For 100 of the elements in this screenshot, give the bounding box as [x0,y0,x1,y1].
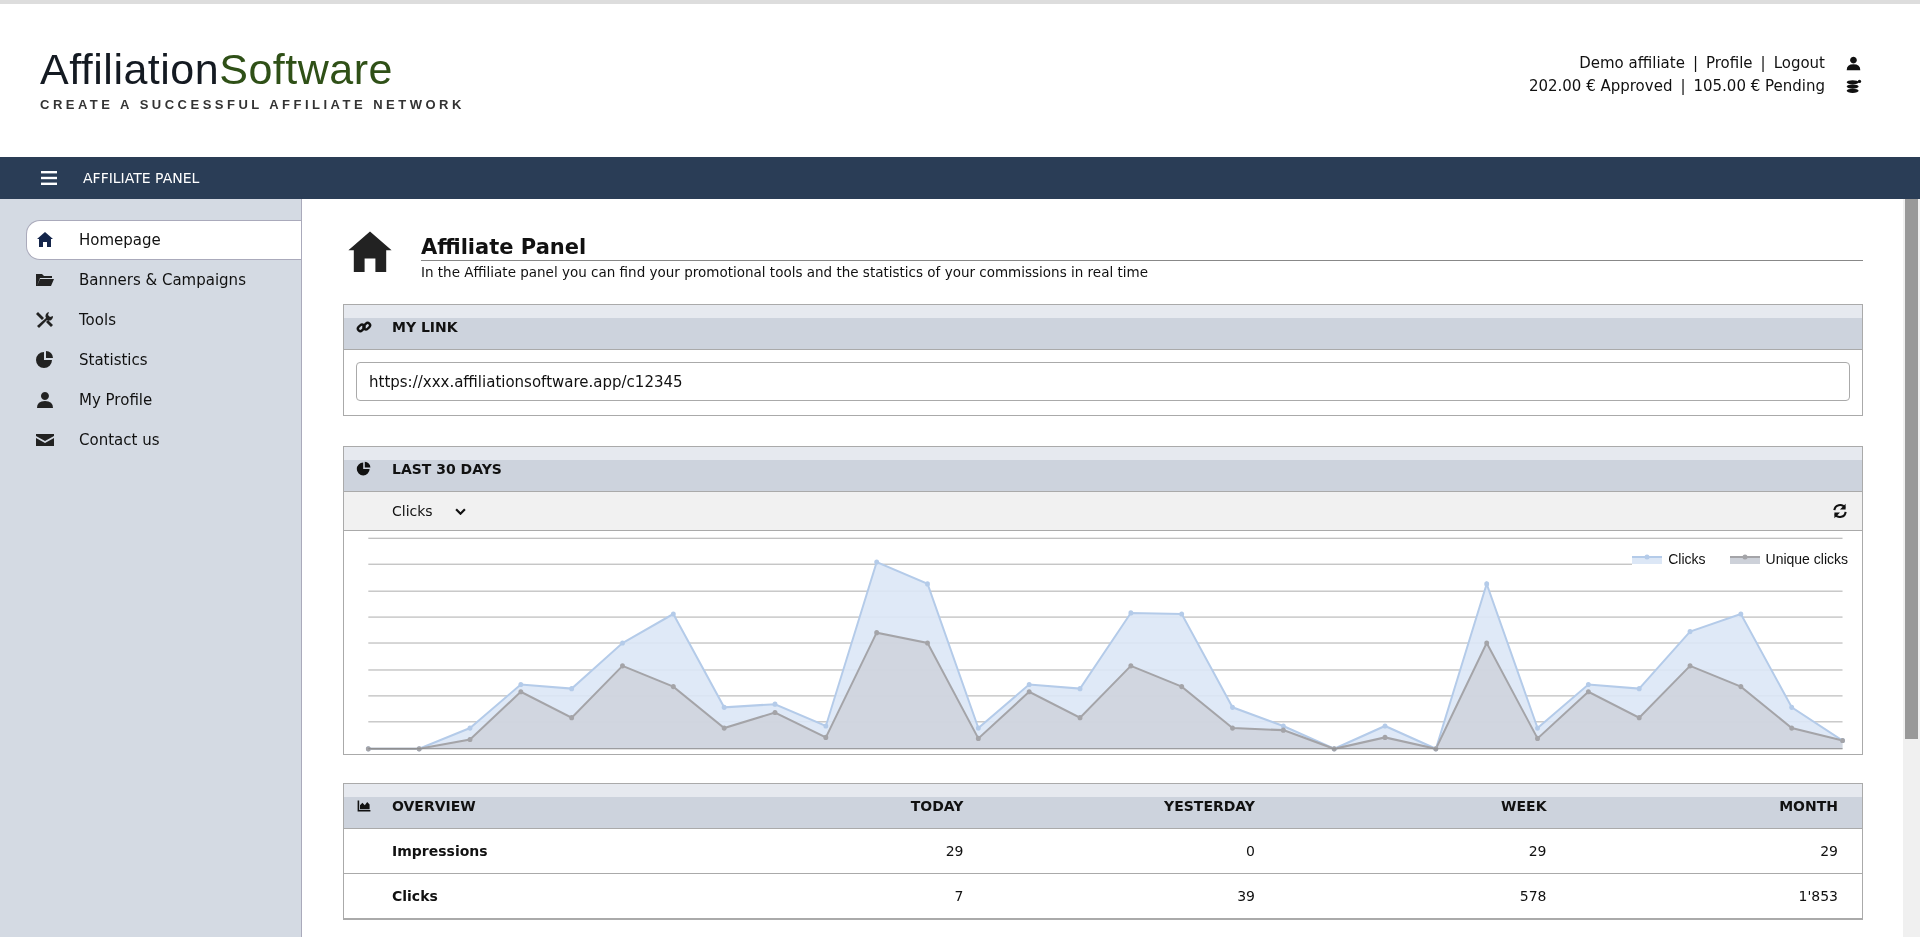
clicks-point [518,681,524,688]
table-cell-text: 29 [1527,843,1547,859]
balance-amount: 105.00 € Pending [1693,77,1825,95]
unique-clicks-point [1484,640,1490,646]
clicks-point [1738,611,1744,617]
column-header: OVERVIEW [392,798,477,814]
user-icon [1845,54,1862,72]
clicks-point [1484,581,1490,587]
logo-wordmark: AffiliationSoftware [40,48,394,91]
link-icon [356,319,372,335]
clicks-point [874,559,880,565]
unique-clicks-point [1280,727,1286,733]
sidebar-item[interactable]: Banners & Campaigns [26,260,301,300]
clicks-point [925,581,930,587]
unique-clicks-point [620,663,625,669]
unique-clicks-point [1179,684,1185,690]
unique-clicks-point [1636,715,1642,721]
unique-clicks-point [1687,663,1693,669]
unique-clicks-point [1585,689,1591,695]
clicks-point [975,725,981,731]
table-cell-text: 0 [1245,843,1255,859]
scrollbar[interactable] [1903,199,1920,937]
clicks-point [1280,723,1286,729]
table-cell-text: 578 [1518,888,1547,904]
clicks-point [1077,686,1083,692]
unique-clicks-point [1128,663,1134,669]
clicks-point [467,725,473,731]
user-icon [35,390,55,410]
table-cell-text: 1'853 [1797,888,1838,904]
clicks-point [721,704,727,710]
balance-amount: 202.00 € Approved [1528,77,1673,95]
page-title: Affiliate Panel [421,235,1863,261]
logo-tagline: CREATE A SUCCESSFUL AFFILIATE NETWORK [40,97,465,112]
column-header: WEEK [1500,798,1547,814]
separator: | [1692,54,1698,72]
sidebar-item[interactable]: Homepage [26,220,301,260]
area-chart-icon [356,798,372,814]
sidebar-item[interactable]: Statistics [26,340,301,380]
clicks-point [1230,704,1235,710]
account-link[interactable]: Profile [1705,54,1753,72]
clicks-point [569,686,575,692]
column-header: YESTERDAY [1163,798,1255,814]
unique-clicks-point [1026,689,1032,695]
account-link[interactable]: Logout [1773,54,1825,72]
clicks-point [1535,725,1540,731]
unique-clicks-point [416,746,422,752]
unique-clicks-point [1840,737,1845,744]
unique-clicks-point [467,736,473,743]
clicks-point [1636,686,1642,692]
clicks-point [1382,723,1388,729]
clicks-point [620,640,625,646]
clicks-point [772,701,778,707]
clicks-point [1026,681,1032,688]
unique-clicks-point [772,709,778,716]
clicks-point [670,611,676,617]
home-icon [35,230,55,250]
sidebar-item[interactable]: Contact us [26,420,301,460]
table-cell-text: 7 [953,888,964,904]
link-field[interactable]: https://xxx.affiliationsoftware.app/c12345 [356,362,1850,401]
pie-chart-icon [356,461,372,477]
unique-clicks-point [874,630,880,636]
separator: | [1760,54,1766,72]
unique-clicks-point [1077,715,1083,721]
unique-clicks-point [670,684,676,690]
unique-clicks-point [1738,684,1744,690]
navbar-title: AFFILIATE PANEL [83,170,200,186]
clicks-point [1128,610,1134,616]
tools-icon [35,310,55,330]
panel-header: MY LINK [344,305,1862,350]
metric-dropdown[interactable]: Clicks [392,503,492,519]
unique-clicks-point [1230,725,1235,731]
user-name: Demo affiliate [1579,54,1685,72]
unique-clicks-point [721,725,727,731]
unique-clicks-point [1382,734,1388,740]
row-label: Impressions [392,843,489,859]
page-subtitle: In the Affiliate panel you can find your promotional tools and the statistics of your commissions in real time [421,264,1149,280]
refresh-icon[interactable] [1832,503,1848,519]
clicks-point [1179,611,1185,617]
caret-icon [454,507,466,515]
unique-clicks-point [975,735,981,742]
unique-clicks-point [1535,735,1540,742]
legend-label: Unique clicks [1765,551,1848,567]
legend-label: Clicks [1668,551,1706,567]
row-label: Clicks [392,888,439,904]
unique-clicks-point [569,715,575,721]
clicks-point [1789,704,1795,710]
legend-swatch [1632,554,1663,564]
sidebar-item[interactable]: My Profile [26,380,301,420]
column-header: MONTH [1778,798,1838,814]
separator: | [1680,77,1686,95]
pie-chart-icon [35,350,55,370]
menu-icon[interactable] [41,171,57,185]
unique-clicks-point [1331,746,1337,752]
panel-header: LAST 30 DAYS [344,447,1862,492]
unique-clicks-point [925,640,930,646]
column-header: TODAY [909,798,964,814]
clicks-point [1585,681,1591,688]
unique-clicks-point [365,746,371,752]
sidebar-item[interactable]: Tools [26,300,301,340]
unique-clicks-point [1433,746,1439,752]
